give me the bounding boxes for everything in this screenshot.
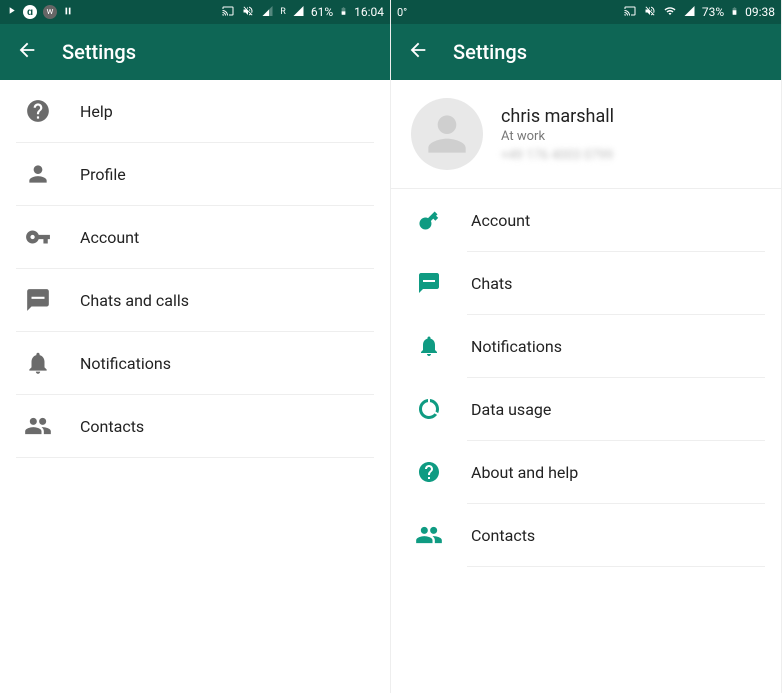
item-label: Contacts [471,526,535,545]
help-icon [24,97,52,125]
settings-item-account[interactable]: Account [0,206,390,268]
battery-icon [339,4,348,21]
app-bar: Settings [0,24,390,80]
battery-icon [730,4,739,21]
wifi-icon [663,5,677,20]
phone-right: 0° 73% 09:38 Settings chris marshall At … [391,0,782,693]
app-bar: Settings [391,24,781,80]
mute-icon [241,5,255,20]
item-label: Account [80,228,139,247]
item-label: Help [80,102,113,121]
settings-item-about[interactable]: About and help [391,441,781,503]
back-arrow-icon[interactable] [16,39,38,65]
item-label: Notifications [80,354,171,373]
clock-time: 16:04 [354,5,384,19]
item-label: Chats [471,274,512,293]
back-arrow-icon[interactable] [407,39,429,65]
person-icon [24,160,52,188]
app-badge-icon: ɑ [23,5,37,19]
chat-icon [415,269,443,297]
item-label: Account [471,211,530,230]
settings-item-notifications[interactable]: Notifications [391,315,781,377]
page-title: Settings [62,40,136,64]
chat-icon [24,286,52,314]
mute-icon [643,5,657,20]
signal-icon [683,5,696,20]
profile-phone: +49 176 4003 0799 [501,148,765,163]
item-label: Data usage [471,400,551,419]
settings-list: Help Profile Account Chats and calls Not… [0,80,390,693]
app-badge-icon: w [43,5,57,19]
cast-icon [221,5,235,20]
settings-item-help[interactable]: Help [0,80,390,142]
settings-item-chats[interactable]: Chats and calls [0,269,390,331]
bell-icon [24,349,52,377]
key-icon [24,223,52,251]
settings-item-contacts[interactable]: Contacts [391,504,781,566]
help-icon [415,458,443,486]
settings-item-contacts[interactable]: Contacts [0,395,390,457]
item-label: Contacts [80,417,144,436]
profile-name: chris marshall [501,106,765,127]
item-label: Notifications [471,337,562,356]
settings-item-datausage[interactable]: Data usage [391,378,781,440]
settings-item-chats[interactable]: Chats [391,252,781,314]
page-title: Settings [453,40,527,64]
signal-icon-2 [292,5,305,20]
signal-icon [261,5,274,20]
cast-icon [623,5,637,20]
status-bar: ɑ w R 61% 16:04 [0,0,390,24]
key-icon [415,206,443,234]
network-label: R [280,7,286,17]
settings-item-notifications[interactable]: Notifications [0,332,390,394]
item-label: Profile [80,165,126,184]
settings-list: Account Chats Notifications Data usage A… [391,189,781,693]
battery-percent: 61% [311,5,333,19]
clock-time: 09:38 [745,5,775,19]
battery-percent: 73% [702,5,724,19]
item-label: Chats and calls [80,291,189,310]
contacts-icon [415,521,443,549]
profile-card[interactable]: chris marshall At work +49 176 4003 0799 [391,80,781,189]
contacts-icon [24,412,52,440]
settings-item-account[interactable]: Account [391,189,781,251]
profile-status: At work [501,129,765,144]
avatar [411,98,483,170]
pause-icon [63,5,73,19]
settings-item-profile[interactable]: Profile [0,143,390,205]
phone-left: ɑ w R 61% 16:04 Settings Help Profile [0,0,391,693]
bell-icon [415,332,443,360]
temperature-indicator: 0° [397,6,407,19]
item-label: About and help [471,463,578,482]
status-bar: 0° 73% 09:38 [391,0,781,24]
play-icon [6,5,17,19]
data-usage-icon [415,395,443,423]
profile-text: chris marshall At work +49 176 4003 0799 [501,106,765,163]
